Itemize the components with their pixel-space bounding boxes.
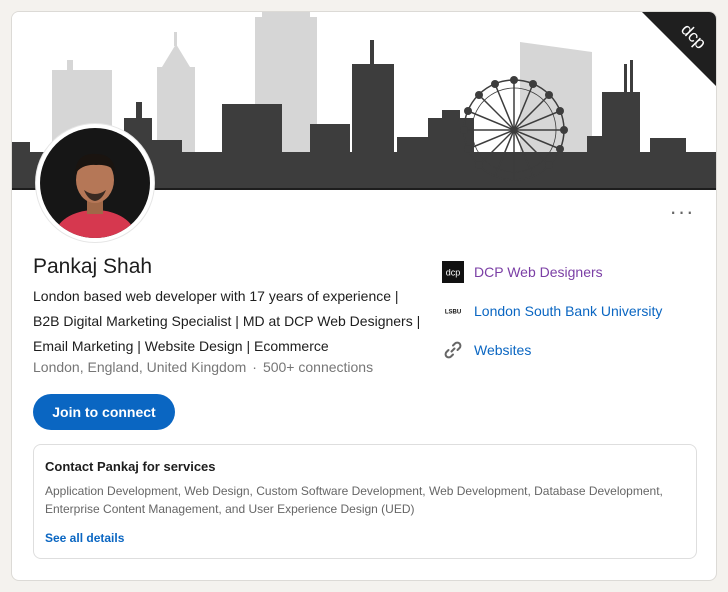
profile-headline: London based web developer with 17 years… [33,288,421,354]
sidebar-item-university[interactable]: LSBU London South Bank University [442,291,712,330]
dcp-corner-logo: dcp [642,12,716,88]
dcp-logo-icon: dcp [442,260,464,283]
link-icon [442,339,464,361]
profile-meta: London, England, United Kingdom · 500+ con… [33,359,373,375]
profile-sidebar-links: dcp DCP Web Designers LSBU London South … [442,252,712,369]
svg-text:LSBU: LSBU [445,309,461,315]
svg-text:dcp: dcp [446,267,461,277]
services-title: Contact Pankaj for services [45,459,216,474]
services-list: Application Development, Web Design, Cus… [45,484,663,516]
more-options-button[interactable]: ··· [668,201,696,223]
meta-separator: · [252,359,257,375]
join-to-connect-button[interactable]: Join to connect [33,394,175,430]
connections-count: 500+ connections [262,359,374,375]
profile-card: dcp ··· Pankaj Shah London based web dev… [11,11,717,581]
profile-location: London, England, United Kingdom [33,359,247,375]
lsbu-logo-icon: LSBU [442,299,464,322]
sidebar-item-websites-label: Websites [474,341,532,358]
sidebar-item-company[interactable]: dcp DCP Web Designers [442,252,712,291]
profile-name: Pankaj Shah [33,255,153,278]
sidebar-item-company-label: DCP Web Designers [474,263,603,280]
sidebar-item-websites[interactable]: Websites [442,330,712,369]
services-section: Contact Pankaj for services Application … [33,444,697,559]
see-all-details-link[interactable]: See all details [45,531,124,545]
sidebar-item-university-label: London South Bank University [474,302,663,319]
avatar [36,124,154,242]
